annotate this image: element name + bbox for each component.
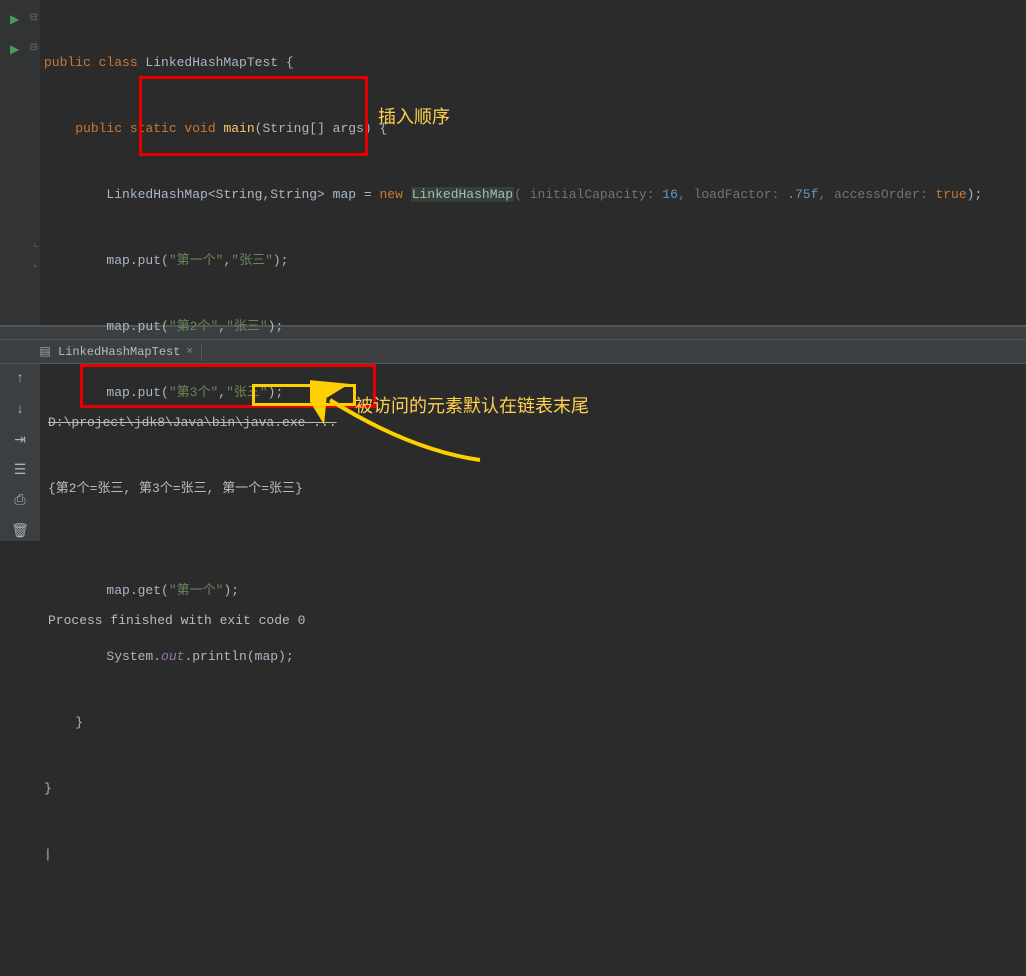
code-line: map.get("第一个"); (44, 580, 1022, 602)
annotation-insert-order: 插入顺序 (378, 106, 450, 128)
highlight-box-insert (139, 76, 368, 156)
code-editor[interactable]: ▶ ▶ ⊟ ⊟ ⌞ ⌞ public class LinkedHashMapTe… (0, 0, 1026, 326)
highlight-box-output (80, 364, 376, 408)
editor-caret: | (44, 844, 1022, 866)
fold-icon[interactable]: ⊟ (30, 12, 38, 24)
fold-icon[interactable]: ⊟ (30, 42, 38, 54)
code-line: System.out.println(map); (44, 646, 1022, 668)
console-exit-line: Process finished with exit code 0 (48, 610, 1018, 632)
code-line: } (44, 778, 1022, 800)
tree-view-button[interactable]: ☰ (9, 462, 31, 481)
run-class-icon[interactable]: ▶ (10, 12, 19, 27)
scroll-up-button[interactable]: ↑ (9, 370, 31, 389)
run-main-icon[interactable]: ▶ (10, 42, 19, 57)
editor-body[interactable]: public class LinkedHashMapTest { public … (40, 0, 1026, 325)
scroll-down-button[interactable]: ↓ (9, 401, 31, 420)
code-line: } (44, 712, 1022, 734)
console-output[interactable]: D:\project\jdk8\Java\bin\java.exe ... {第… (40, 364, 1026, 541)
annotation-tail: 被访问的元素默认在链表末尾 (355, 392, 589, 418)
code-line: public class LinkedHashMapTest { (44, 52, 1022, 74)
code-line: map.put("第2个","张三"); (44, 316, 1022, 338)
print-button[interactable]: ⎙ (9, 492, 31, 511)
soft-wrap-button[interactable]: ⇥ (9, 431, 31, 450)
console-stdout-line: {第2个=张三, 第3个=张三, 第一个=张三} (48, 478, 1018, 500)
fold-end-icon: ⌞ (33, 238, 38, 250)
run-console: ↑ ↓ ⇥ ☰ ⎙ 🗑 D:\project\jdk8\Java\bin\jav… (0, 364, 1026, 541)
code-line: map.put("第一个","张三"); (44, 250, 1022, 272)
highlight-box-accessed (252, 384, 356, 406)
console-toolbar: ↑ ↓ ⇥ ☰ ⎙ 🗑 (0, 364, 40, 541)
fold-end-icon: ⌞ (33, 258, 38, 270)
clear-button[interactable]: 🗑 (9, 523, 31, 542)
code-line: public static void main(String[] args) { (44, 118, 1022, 140)
editor-gutter: ▶ ▶ ⊟ ⊟ ⌞ ⌞ (0, 0, 40, 325)
console-blank (48, 544, 1018, 566)
code-line: LinkedHashMap<String,String> map = new L… (44, 184, 1022, 206)
